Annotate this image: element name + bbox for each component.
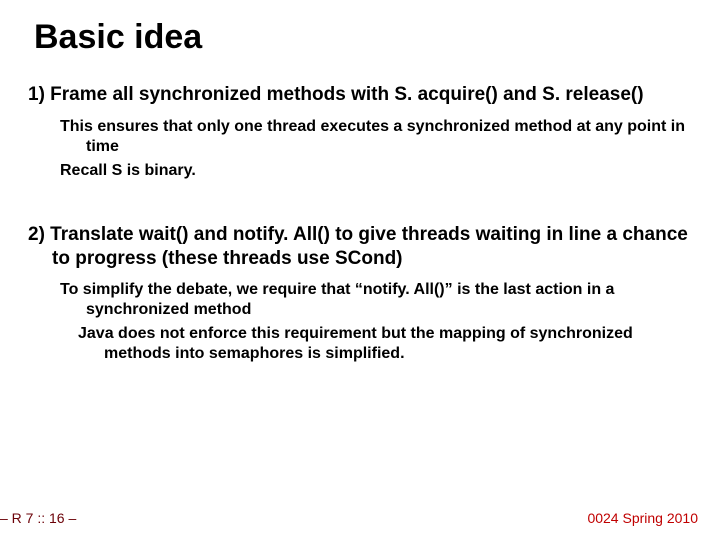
point-2: 2) Translate wait() and notify. All() to… (28, 223, 692, 271)
point-1-sub-1: This ensures that only one thread execut… (60, 117, 692, 157)
point-2-text: 2) Translate wait() and notify. All() to… (28, 223, 692, 271)
point-1-sub-2: Recall S is binary. (60, 161, 692, 181)
slide-title: Basic idea (34, 18, 692, 57)
point-1-text: 1) Frame all synchronized methods with S… (28, 83, 692, 107)
spacer (28, 185, 692, 223)
footer-right-text: 0024 Spring 2010 (587, 510, 698, 526)
point-1: 1) Frame all synchronized methods with S… (28, 83, 692, 107)
point-2-sub-2: Java does not enforce this requirement b… (78, 324, 692, 364)
slide-container: Basic idea 1) Frame all synchronized met… (0, 0, 720, 364)
footer-left-text: – R 7 :: 16 – (0, 510, 76, 526)
point-2-sub-1: To simplify the debate, we require that … (60, 280, 692, 320)
footer: – R 7 :: 16 – 0024 Spring 2010 (0, 510, 720, 526)
